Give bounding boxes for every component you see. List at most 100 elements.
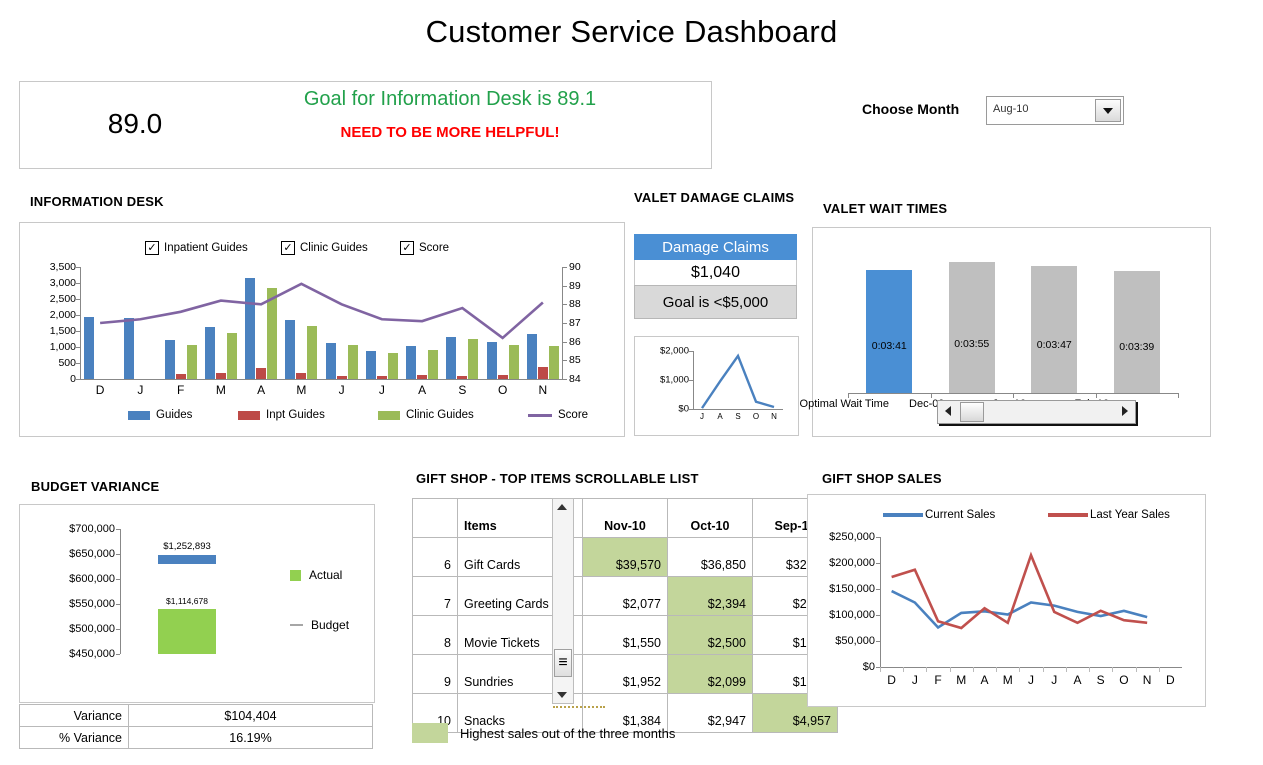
- x-tick: [1089, 667, 1091, 672]
- legend-item: Score: [528, 409, 588, 421]
- budget-variance-panel: $700,000 $650,000 $600,000 $550,000 $500,000…: [19, 504, 375, 703]
- x-label: D: [887, 673, 896, 687]
- scrollbar-thumb[interactable]: [960, 402, 984, 422]
- legend-swatch: [883, 513, 923, 517]
- legend-label: Budget: [311, 618, 350, 632]
- gift-shop-sales-legend: Current Sales Last Year Sales: [883, 509, 1183, 525]
- bar-data-label: 0:03:47: [1036, 339, 1072, 352]
- y-tick-label-left: 2,500: [49, 293, 76, 305]
- y-tick: [689, 409, 693, 410]
- gift-shop-vertical-scrollbar[interactable]: ≡: [552, 498, 574, 704]
- x-label: A: [980, 673, 989, 687]
- bar-data-label: 0:03:39: [1119, 340, 1155, 353]
- y-tick-label-right: 89: [569, 279, 581, 292]
- scroll-left-icon[interactable]: [938, 401, 958, 421]
- x-tick: [949, 667, 951, 672]
- legend-item: Last Year Sales: [1048, 509, 1170, 521]
- checkbox-clinic-guides[interactable]: ✓ Clinic Guides: [281, 241, 368, 255]
- bar: [948, 261, 995, 393]
- y-tick-left: [76, 379, 80, 380]
- checkbox-icon[interactable]: ✓: [145, 241, 159, 255]
- checkbox-label: Score: [419, 242, 450, 254]
- budget-variance-legend: Actual Budget: [290, 568, 349, 632]
- x-label: S: [1096, 673, 1105, 687]
- legend-swatch: [528, 413, 552, 417]
- highlight-swatch: [412, 723, 448, 743]
- legend-label: Clinic Guides: [406, 409, 474, 421]
- chevron-down-icon[interactable]: [1095, 99, 1121, 122]
- legend-item: Inpt Guides: [238, 409, 325, 421]
- bar: [1113, 270, 1160, 393]
- scroll-right-icon[interactable]: [1115, 401, 1135, 421]
- scrollbar-thumb[interactable]: ≡: [554, 649, 572, 677]
- table-row: 7Greeting Cards$2,077$2,394$2,015: [412, 576, 838, 616]
- y-tick-right: [563, 341, 567, 343]
- information-desk-plot-area: 3,500 3,000 2,500 2,000 1,500 1,000 500 0 90 89 8…: [50, 261, 581, 397]
- sales-cell-nov: $1,952: [582, 654, 668, 694]
- x-label: S: [735, 412, 741, 421]
- x-label: D: [1166, 673, 1175, 687]
- information-desk-checkbox-row: ✓ Inpatient Guides ✓ Clinic Guides ✓ Sco…: [145, 241, 565, 259]
- valet-damage-claims-title: VALET DAMAGE CLAIMS: [634, 190, 795, 205]
- variance-value: 16.19%: [128, 726, 373, 749]
- damage-claims-header: Damage Claims: [634, 234, 797, 260]
- x-tick: [1019, 667, 1021, 672]
- information-desk-chart-panel: ✓ Inpatient Guides ✓ Clinic Guides ✓ Sco…: [19, 222, 625, 437]
- x-label: D: [95, 383, 105, 397]
- legend-item: Clinic Guides: [378, 409, 474, 421]
- variance-value: $104,404: [128, 704, 373, 727]
- triangle-up-icon[interactable]: [553, 499, 571, 515]
- checkbox-score[interactable]: ✓ Score: [400, 241, 449, 255]
- budget-variance-title: BUDGET VARIANCE: [31, 479, 160, 494]
- row-index: 7: [412, 576, 458, 616]
- sales-cell-nov: $2,077: [582, 576, 668, 616]
- column-header: Oct-10: [667, 498, 753, 538]
- y-tick-label: $50,000: [835, 635, 875, 647]
- legend-swatch: [238, 410, 260, 420]
- y-tick: [116, 529, 120, 530]
- x-tick: [996, 667, 998, 672]
- row-index: 9: [412, 654, 458, 694]
- valet-wait-horizontal-scrollbar[interactable]: [937, 400, 1136, 424]
- y-tick-label-left: 2,000: [49, 309, 76, 321]
- bar-actual-label: $1,114,678: [166, 596, 208, 606]
- y-tick-label-right: 90: [569, 261, 581, 273]
- checkbox-inpatient-guides[interactable]: ✓ Inpatient Guides: [145, 241, 248, 255]
- x-tick: [1042, 667, 1044, 672]
- y-tick-label-left: 1,500: [49, 325, 76, 337]
- sales-cell-nov: $1,550: [582, 615, 668, 655]
- budget-variance-plot-area: $700,000 $650,000 $600,000 $550,000 $500,000…: [69, 523, 260, 660]
- x-label: O: [497, 383, 508, 397]
- gift-shop-sales-plot-area: $250,000 $200,000 $150,000 $100,000 $50,000 $…: [829, 531, 1182, 687]
- x-label: F: [934, 673, 942, 687]
- legend-label: Score: [558, 409, 589, 421]
- x-label: J: [911, 673, 918, 687]
- budget-variance-table: Variance $104,404% Variance 16.19%: [19, 704, 373, 749]
- checkbox-icon[interactable]: ✓: [400, 241, 414, 255]
- y-tick-label-right: 88: [569, 298, 581, 311]
- legend-item: Budget: [290, 618, 349, 632]
- series-current-sales: [891, 589, 1148, 630]
- month-dropdown[interactable]: Aug-10: [986, 96, 1124, 125]
- checkbox-label: Clinic Guides: [300, 242, 368, 254]
- y-tick-label-left: 500: [58, 357, 76, 369]
- table-row: 9Sundries$1,952$2,099$1,620: [412, 654, 838, 694]
- sales-cell-oct: $2,947: [667, 693, 753, 733]
- legend-label: Actual: [309, 568, 343, 582]
- damage-claims-line: [701, 353, 775, 409]
- x-label: M: [1002, 673, 1013, 687]
- x-axis: [880, 667, 1182, 668]
- legend-label: Guides: [156, 409, 193, 421]
- y-tick-label: $250,000: [829, 531, 875, 543]
- y-tick-label: $200,000: [829, 557, 875, 569]
- information-desk-legend: Guides Inpt Guides Clinic Guides Score: [128, 409, 588, 425]
- checkbox-icon[interactable]: ✓: [281, 241, 295, 255]
- choose-month-label: Choose Month: [862, 101, 960, 117]
- damage-claims-sparkline-panel: $2,000 $1,000 $0 J A S O N: [634, 336, 799, 436]
- kpi-alert-text: NEED TO BE MORE HELPFUL!: [340, 124, 560, 141]
- x-label: A: [418, 383, 427, 397]
- triangle-down-icon[interactable]: [553, 687, 571, 703]
- table-row: 6Gift Cards$39,570$36,850$32,065: [412, 537, 838, 577]
- x-tick: [1158, 667, 1160, 672]
- x-label: J: [700, 412, 704, 421]
